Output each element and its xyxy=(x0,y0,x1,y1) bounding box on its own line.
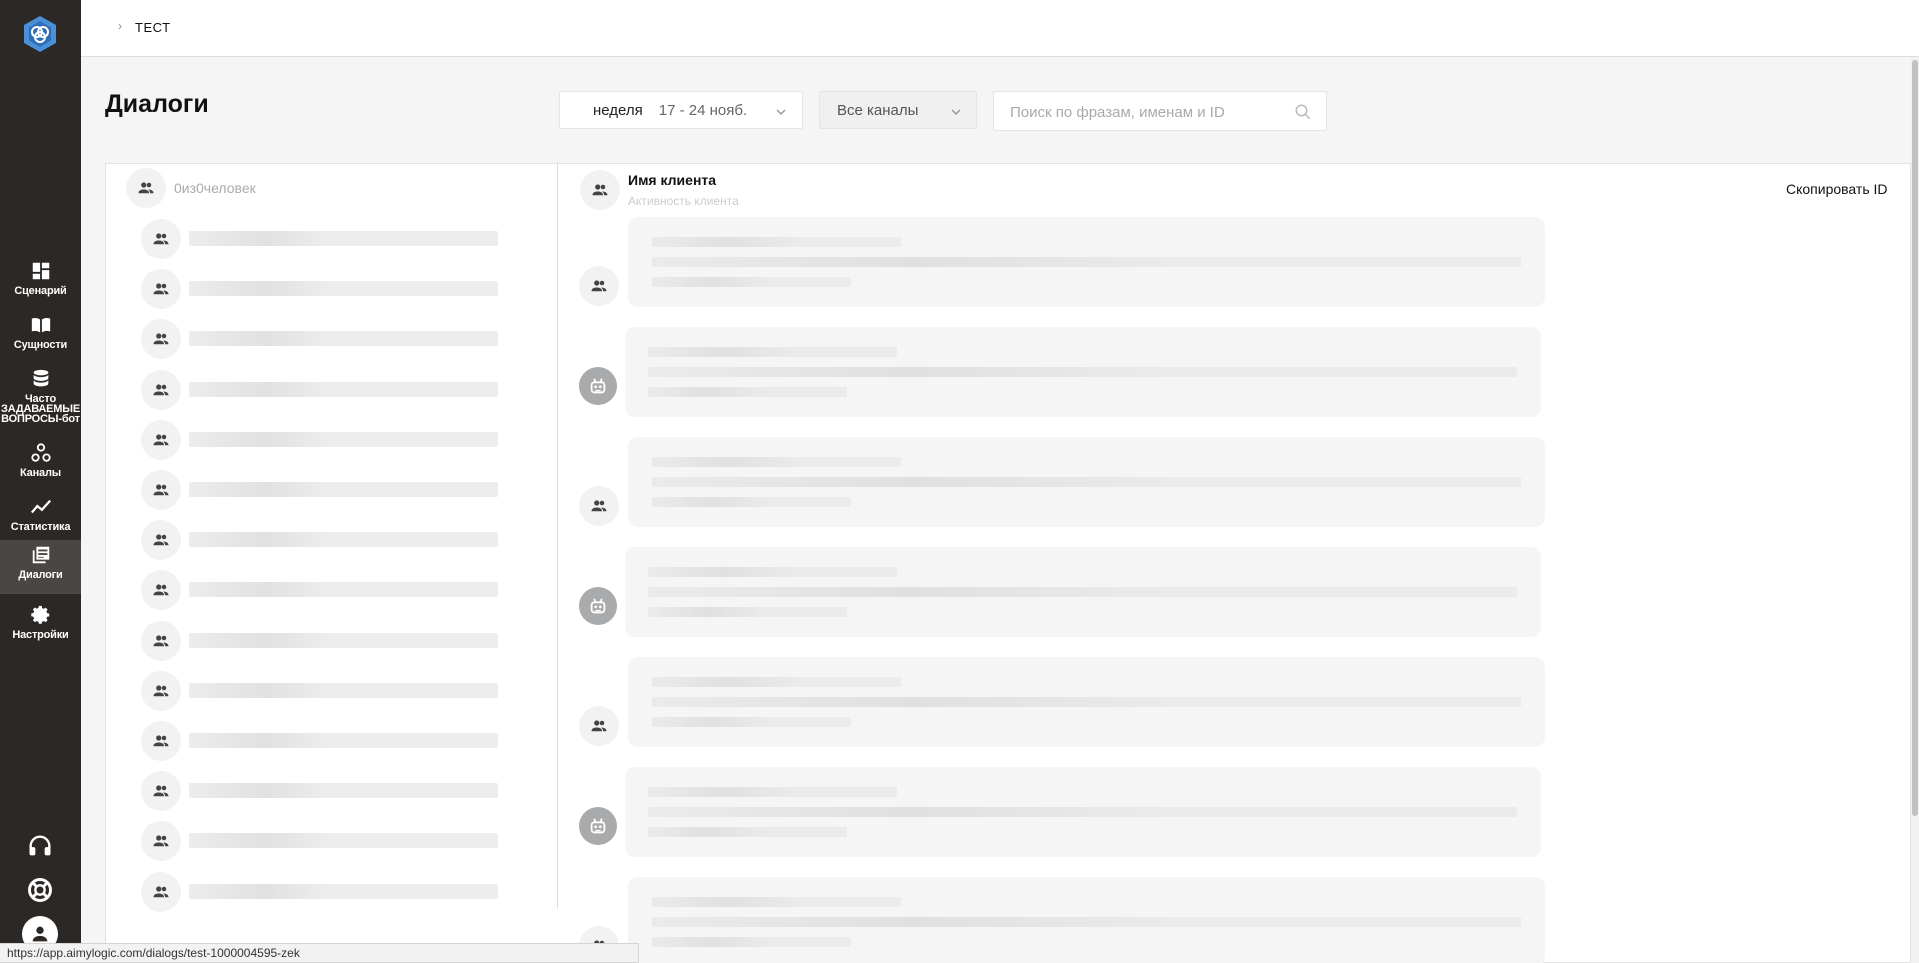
period-select[interactable]: неделя 17 - 24 нояб. xyxy=(559,91,803,129)
people-icon xyxy=(141,419,181,460)
people-icon xyxy=(141,520,181,561)
list-item[interactable] xyxy=(189,632,498,648)
search-input[interactable] xyxy=(1010,101,1290,123)
list-item[interactable] xyxy=(189,281,498,297)
sidebar-item-settings[interactable]: Настройки xyxy=(0,600,81,654)
people-icon xyxy=(141,721,181,761)
people-icon xyxy=(579,486,619,526)
sidebar-item-channels[interactable]: Каналы xyxy=(0,438,81,492)
sidebar-item-dialogs[interactable]: Диалоги xyxy=(0,540,81,594)
page-title: Диалоги xyxy=(105,90,209,118)
scrollbar-thumb[interactable] xyxy=(1912,60,1918,816)
list-item[interactable] xyxy=(189,532,498,548)
people-icon xyxy=(141,470,181,510)
sidebar-item-entities[interactable]: Сущности xyxy=(0,310,81,364)
breadcrumb[interactable]: ТЕСТ xyxy=(135,20,171,35)
people-icon xyxy=(126,168,166,208)
copy-id-button[interactable]: Скопировать ID xyxy=(1786,181,1888,197)
channels-icon xyxy=(30,443,51,462)
channels-select[interactable]: Все каналы xyxy=(819,91,977,129)
top-bar: › ТЕСТ xyxy=(81,0,1919,57)
message-bubble xyxy=(628,217,1545,307)
sidebar-item-label: Статистика xyxy=(10,521,71,533)
people-icon xyxy=(141,871,181,912)
bot-icon xyxy=(579,587,617,625)
search-icon[interactable] xyxy=(1294,103,1312,121)
user-icon xyxy=(32,926,48,942)
bot-icon xyxy=(579,367,617,405)
message-bubble xyxy=(625,767,1541,857)
dialogs-icon xyxy=(32,546,49,564)
sidebar-item-label: Сущности xyxy=(13,339,68,351)
list-item[interactable] xyxy=(189,231,498,246)
client-name: Имя клиента xyxy=(628,172,717,188)
people-icon xyxy=(141,670,181,711)
list-item[interactable] xyxy=(189,431,498,447)
people-icon xyxy=(580,170,620,210)
message-bubble xyxy=(625,547,1541,637)
chevron-right-icon: › xyxy=(118,19,122,33)
book-icon xyxy=(31,317,50,333)
people-icon xyxy=(579,706,619,746)
people-icon xyxy=(141,369,181,410)
sidebar-item-faq-bot[interactable]: Часто ЗАДАВАЕМЫЕ ВОПРОСЫ-бот xyxy=(0,364,81,428)
list-item[interactable] xyxy=(189,833,498,849)
people-icon xyxy=(579,266,619,306)
headphones-icon[interactable] xyxy=(26,832,54,860)
database-icon xyxy=(33,369,48,387)
search-box xyxy=(993,91,1327,131)
sidebar-item-statistics[interactable]: Статистика xyxy=(0,492,81,546)
list-item[interactable] xyxy=(189,582,498,598)
sidebar-item-scenario[interactable]: Сценарий xyxy=(0,256,81,310)
message-bubble xyxy=(628,877,1545,963)
gear-icon xyxy=(30,605,49,624)
app-logo[interactable] xyxy=(20,14,60,54)
sidebar-item-label: Диалоги xyxy=(18,569,63,581)
channels-label: Все каналы xyxy=(837,101,919,119)
sidebar-item-label: Настройки xyxy=(12,629,69,641)
people-count: 0из0человек xyxy=(174,180,256,196)
message-bubble xyxy=(625,327,1541,417)
panel-divider xyxy=(557,163,558,908)
sidebar-item-label: Каналы xyxy=(20,467,61,479)
sidebar-item-label: Сценарий xyxy=(14,285,67,297)
people-icon xyxy=(141,771,181,812)
period-label: неделя xyxy=(593,101,643,119)
list-item[interactable] xyxy=(189,783,498,799)
bot-icon xyxy=(579,807,617,845)
sidebar: Сценарий Сущности Часто ЗАДАВАЕМЫЕ ВОПРО… xyxy=(0,0,81,963)
client-activity: Активность клиента xyxy=(628,194,739,208)
chevron-down-icon xyxy=(950,105,961,116)
message-bubble xyxy=(628,657,1545,747)
list-item[interactable] xyxy=(189,682,498,698)
list-item[interactable] xyxy=(189,733,498,748)
list-item[interactable] xyxy=(189,381,498,397)
people-icon xyxy=(141,620,181,661)
list-item[interactable] xyxy=(189,331,498,347)
list-item[interactable] xyxy=(189,482,498,497)
people-icon xyxy=(141,219,181,259)
message-bubble xyxy=(628,437,1545,527)
dashboard-icon xyxy=(32,262,49,280)
sidebar-item-label: Часто ЗАДАВАЕМЫЕ ВОПРОСЫ-бот xyxy=(1,393,80,425)
list-item[interactable] xyxy=(189,883,498,899)
status-url: https://app.aimylogic.com/dialogs/test-1… xyxy=(0,943,639,963)
chevron-down-icon xyxy=(775,105,786,116)
lifebuoy-icon[interactable] xyxy=(26,876,54,904)
period-range: 17 - 24 нояб. xyxy=(658,101,748,119)
people-icon xyxy=(141,269,181,310)
chart-icon xyxy=(30,499,51,514)
